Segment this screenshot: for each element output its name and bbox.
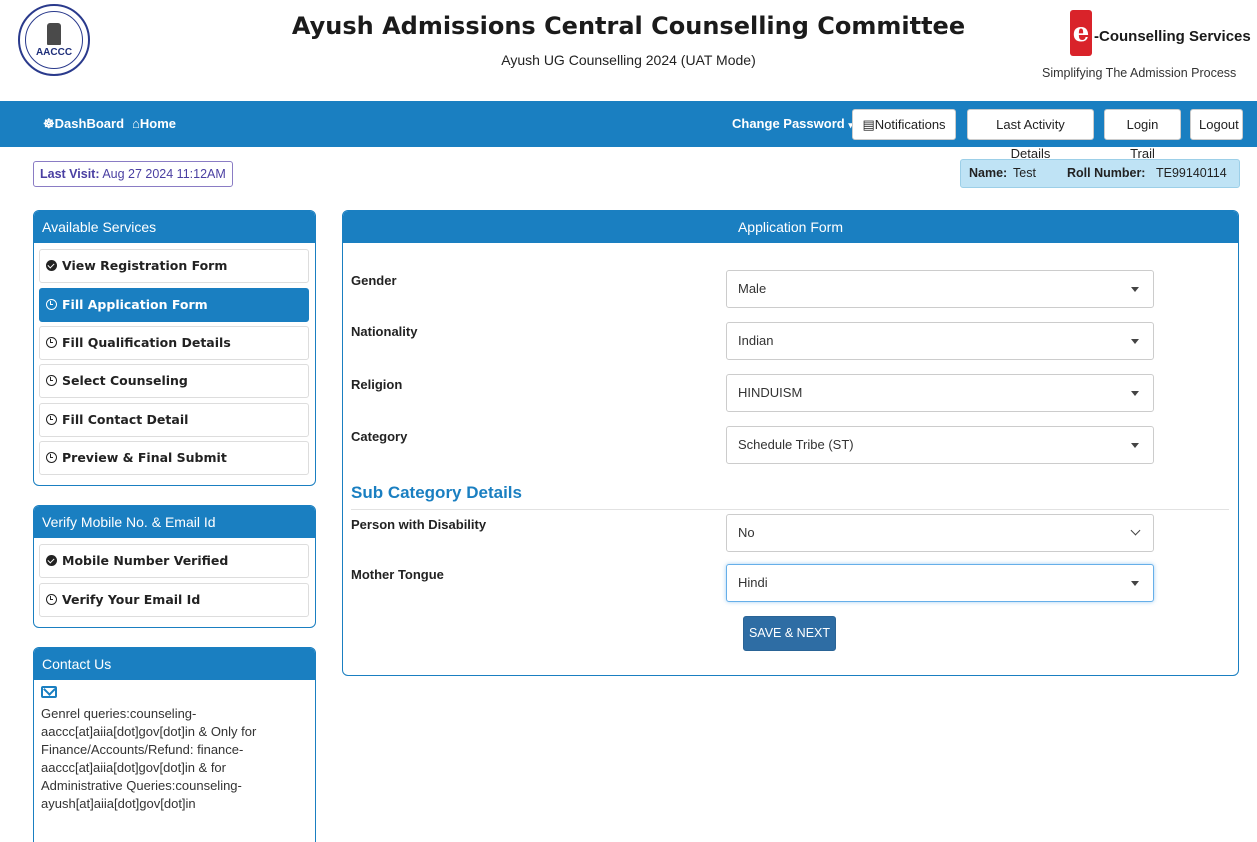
envelope-icon [41, 686, 57, 698]
section-divider [351, 509, 1229, 510]
religion-label: Religion [351, 377, 403, 392]
roll-number-value: TE99140114 [1156, 166, 1227, 180]
service-view-registration-form[interactable]: View Registration Form [39, 249, 309, 283]
check-circle-icon [46, 555, 57, 566]
religion-select[interactable]: HINDUISM [726, 374, 1154, 412]
nationality-select[interactable]: Indian [726, 322, 1154, 360]
disability-select[interactable]: No [726, 514, 1154, 552]
service-label: Preview & Final Submit [62, 450, 227, 465]
roll-number-label: Roll Number: [1067, 166, 1146, 180]
verify-label: Verify Your Email Id [62, 592, 201, 607]
service-label: Fill Contact Detail [62, 412, 189, 427]
e-counselling-logo: e -Counselling Services Simplifying The … [1036, 10, 1251, 90]
page-header: AACCC Ayush Admissions Central Counselli… [0, 0, 1257, 100]
mother-tongue-select[interactable]: Hindi [726, 564, 1154, 602]
mother-tongue-label: Mother Tongue [351, 567, 444, 582]
clock-icon [46, 594, 57, 605]
service-preview-final-submit[interactable]: Preview & Final Submit [39, 441, 309, 475]
sub-category-heading: Sub Category Details [351, 483, 522, 502]
notifications-label: Notifications [874, 117, 946, 132]
religion-value: HINDUISM [738, 385, 803, 400]
logout-button[interactable]: Logout [1190, 109, 1243, 140]
last-visit-label: Last Visit: [40, 167, 100, 181]
newspaper-icon: ▤ [862, 117, 875, 132]
application-form-panel: Application Form Gender Male Nationality… [342, 210, 1239, 676]
mother-tongue-value: Hindi [738, 575, 768, 590]
application-form-title: Application Form [343, 211, 1238, 243]
service-select-counseling[interactable]: Select Counseling [39, 364, 309, 398]
caret-down-icon [1131, 443, 1139, 448]
service-label: Fill Application Form [62, 297, 208, 312]
clock-icon [46, 337, 57, 348]
contact-panel: Contact Us Genrel queries:counseling-aac… [33, 647, 316, 842]
last-visit-badge: Last Visit: Aug 27 2024 11:12AM [33, 161, 233, 187]
user-info-box: Name: Test Roll Number: TE99140114 [960, 159, 1240, 188]
caret-down-icon [1131, 339, 1139, 344]
category-select[interactable]: Schedule Tribe (ST) [726, 426, 1154, 464]
gender-value: Male [738, 281, 767, 296]
category-value: Schedule Tribe (ST) [738, 437, 854, 452]
mobile-verified-item[interactable]: Mobile Number Verified [39, 544, 309, 578]
contact-text: Genrel queries:counseling-aaccc[at]aiia[… [41, 706, 257, 811]
clock-icon [46, 414, 57, 425]
disability-value: No [738, 525, 755, 540]
nav-dashboard-label: DashBoard [54, 116, 125, 131]
top-navbar: ☸DashBoard ⌂Home Change Password ▾ ▤Noti… [0, 101, 1257, 161]
caret-down-icon [1131, 391, 1139, 396]
verify-label: Mobile Number Verified [62, 553, 229, 568]
change-password-label: Change Password [732, 116, 845, 131]
contact-title: Contact Us [34, 648, 315, 680]
check-circle-icon [46, 260, 57, 271]
last-visit-value: Aug 27 2024 11:12AM [102, 167, 226, 181]
service-fill-qualification-details[interactable]: Fill Qualification Details [39, 326, 309, 360]
login-trail-button[interactable]: Login Trail [1104, 109, 1181, 161]
nav-home[interactable]: ⌂Home [132, 101, 176, 147]
service-label: Select Counseling [62, 373, 188, 388]
nationality-label: Nationality [351, 324, 418, 339]
e-logo-icon: e [1070, 10, 1092, 56]
service-fill-application-form[interactable]: Fill Application Form [39, 288, 309, 322]
name-label: Name: [969, 166, 1008, 180]
chevron-down-icon [1130, 525, 1141, 536]
verify-email-item[interactable]: Verify Your Email Id [39, 583, 309, 617]
e-counselling-text: -Counselling Services [1094, 28, 1251, 45]
available-services-title: Available Services [34, 211, 315, 243]
service-fill-contact-detail[interactable]: Fill Contact Detail [39, 403, 309, 437]
last-activity-button[interactable]: Last Activity Details [967, 109, 1094, 161]
service-label: Fill Qualification Details [62, 335, 231, 350]
name-value: Test [1013, 166, 1036, 180]
dashboard-icon: ☸ [43, 116, 55, 131]
gender-label: Gender [351, 273, 397, 288]
gender-select[interactable]: Male [726, 270, 1154, 308]
clock-icon [46, 375, 57, 386]
verify-panel: Verify Mobile No. & Email Id Mobile Numb… [33, 505, 316, 628]
service-label: View Registration Form [62, 258, 228, 273]
change-password-dropdown[interactable]: Change Password ▾ [732, 101, 853, 147]
disability-label: Person with Disability [351, 517, 487, 532]
save-next-button[interactable]: SAVE & NEXT [743, 616, 836, 651]
e-counselling-tagline: Simplifying The Admission Process [1042, 66, 1237, 80]
clock-icon [46, 452, 57, 463]
clock-icon [46, 299, 57, 310]
category-label: Category [351, 429, 408, 444]
verify-title: Verify Mobile No. & Email Id [34, 506, 315, 538]
home-icon: ⌂ [132, 116, 140, 131]
available-services-panel: Available Services View Registration For… [33, 210, 316, 486]
notifications-button[interactable]: ▤Notifications [852, 109, 956, 140]
nav-dashboard[interactable]: ☸DashBoard [43, 101, 124, 147]
caret-down-icon [1131, 287, 1139, 292]
caret-down-icon [1131, 581, 1139, 586]
nationality-value: Indian [738, 333, 774, 348]
nav-home-label: Home [139, 116, 176, 131]
